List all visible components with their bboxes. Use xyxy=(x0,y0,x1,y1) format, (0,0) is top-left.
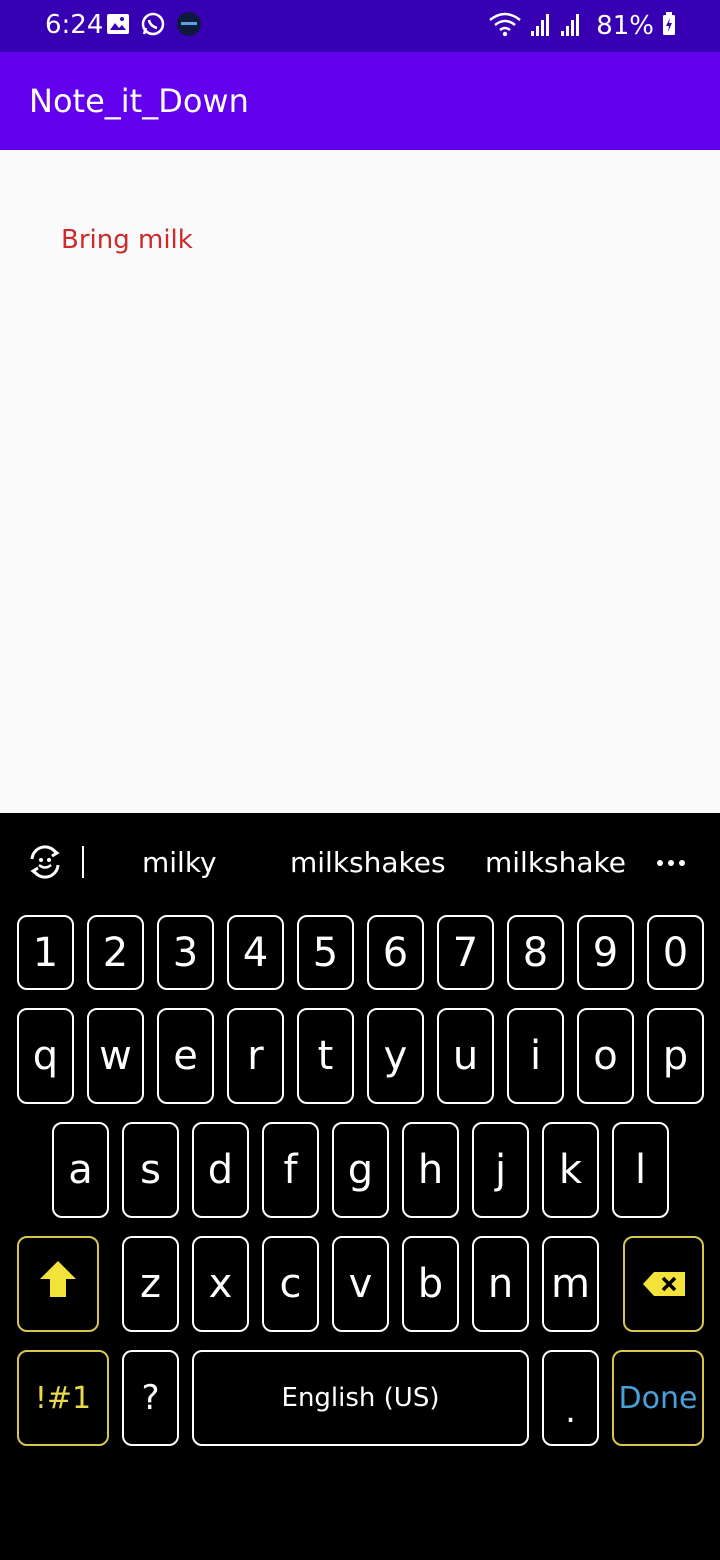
key-p[interactable]: p xyxy=(647,1008,704,1104)
period-key[interactable]: . xyxy=(542,1350,599,1446)
notification-icons xyxy=(106,11,202,42)
signal-icon-2 xyxy=(560,11,582,42)
key-4[interactable]: 4 xyxy=(227,915,284,990)
note-content-area[interactable]: Bring milk xyxy=(0,150,720,813)
key-k[interactable]: k xyxy=(542,1122,599,1218)
more-options-icon[interactable] xyxy=(656,856,686,868)
battery-charging-icon xyxy=(662,11,676,41)
key-7[interactable]: 7 xyxy=(437,915,494,990)
key-l[interactable]: l xyxy=(612,1122,669,1218)
app-title: Note_it_Down xyxy=(29,82,249,120)
battery-percent: 81% xyxy=(596,11,654,41)
emoji-sticker-icon[interactable] xyxy=(26,843,64,881)
suggestion-divider xyxy=(82,846,84,878)
app-notification-icon xyxy=(176,11,202,42)
key-i[interactable]: i xyxy=(507,1008,564,1104)
key-v[interactable]: v xyxy=(332,1236,389,1332)
key-m[interactable]: m xyxy=(542,1236,599,1332)
keyboard: milky milkshakes milkshake 1 2 3 4 5 6 7… xyxy=(0,813,720,1560)
key-8[interactable]: 8 xyxy=(507,915,564,990)
key-o[interactable]: o xyxy=(577,1008,634,1104)
key-d[interactable]: d xyxy=(192,1122,249,1218)
gallery-icon xyxy=(106,13,130,40)
suggestion-3[interactable]: milkshake xyxy=(485,846,626,879)
key-t[interactable]: t xyxy=(297,1008,354,1104)
key-9[interactable]: 9 xyxy=(577,915,634,990)
key-g[interactable]: g xyxy=(332,1122,389,1218)
key-r[interactable]: r xyxy=(227,1008,284,1104)
system-icons: 81% xyxy=(488,10,676,42)
key-x[interactable]: x xyxy=(192,1236,249,1332)
key-c[interactable]: c xyxy=(262,1236,319,1332)
status-bar: 6:24 81% xyxy=(0,0,720,52)
key-y[interactable]: y xyxy=(367,1008,424,1104)
suggestion-bar: milky milkshakes milkshake xyxy=(0,813,720,913)
key-s[interactable]: s xyxy=(122,1122,179,1218)
signal-icon-1 xyxy=(530,11,552,42)
key-a[interactable]: a xyxy=(52,1122,109,1218)
key-e[interactable]: e xyxy=(157,1008,214,1104)
key-3[interactable]: 3 xyxy=(157,915,214,990)
backspace-key[interactable] xyxy=(623,1236,704,1332)
key-n[interactable]: n xyxy=(472,1236,529,1332)
suggestion-2[interactable]: milkshakes xyxy=(290,846,446,879)
key-b[interactable]: b xyxy=(402,1236,459,1332)
key-z[interactable]: z xyxy=(122,1236,179,1332)
key-j[interactable]: j xyxy=(472,1122,529,1218)
whatsapp-icon xyxy=(140,11,166,42)
space-key[interactable]: English (US) xyxy=(192,1350,529,1446)
key-6[interactable]: 6 xyxy=(367,915,424,990)
note-text[interactable]: Bring milk xyxy=(61,225,193,255)
key-w[interactable]: w xyxy=(87,1008,144,1104)
app-bar: Note_it_Down xyxy=(0,52,720,150)
key-f[interactable]: f xyxy=(262,1122,319,1218)
backspace-icon xyxy=(642,1261,686,1307)
status-time: 6:24 xyxy=(45,10,104,40)
key-5[interactable]: 5 xyxy=(297,915,354,990)
key-u[interactable]: u xyxy=(437,1008,494,1104)
shift-arrow-icon xyxy=(39,1259,77,1309)
question-key[interactable]: ? xyxy=(122,1350,179,1446)
key-0[interactable]: 0 xyxy=(647,915,704,990)
key-2[interactable]: 2 xyxy=(87,915,144,990)
wifi-icon xyxy=(488,11,522,42)
done-key[interactable]: Done xyxy=(612,1350,704,1446)
key-1[interactable]: 1 xyxy=(17,915,74,990)
key-q[interactable]: q xyxy=(17,1008,74,1104)
suggestion-1[interactable]: milky xyxy=(142,846,217,879)
symbols-key[interactable]: !#1 xyxy=(17,1350,109,1446)
shift-key[interactable] xyxy=(17,1236,99,1332)
key-h[interactable]: h xyxy=(402,1122,459,1218)
